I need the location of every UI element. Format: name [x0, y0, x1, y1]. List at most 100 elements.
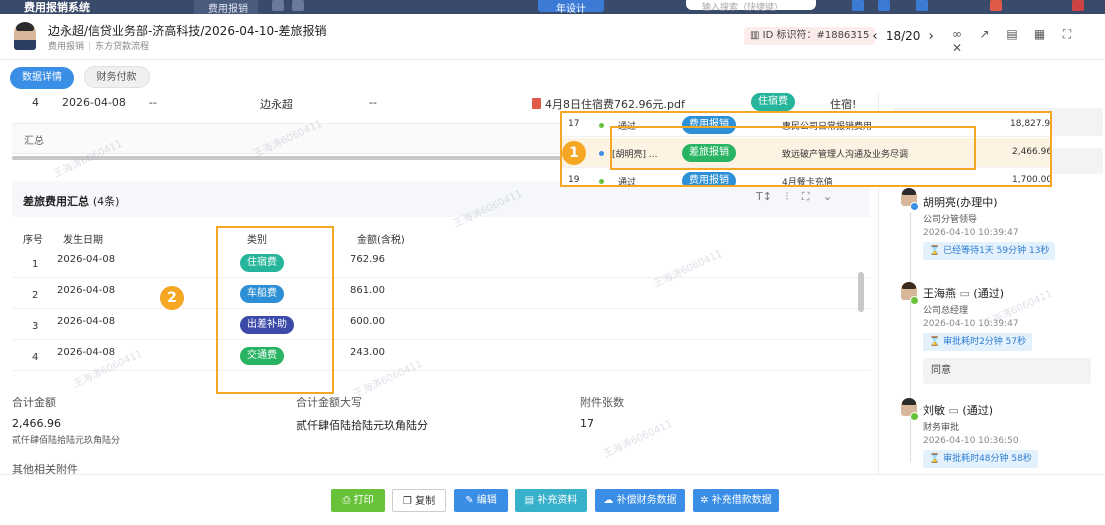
- loan-data-button[interactable]: ✲ 补充借款数据: [693, 489, 779, 512]
- document-id: ID 标识符：#1886315: [762, 30, 870, 41]
- total-amount-label: 合计金额: [12, 396, 56, 409]
- top-tab-expense[interactable]: 费用报销: [194, 0, 258, 14]
- table-tools: T↕ ⫶ ⛶ ⌄: [756, 190, 842, 204]
- expand-icon[interactable]: ⛶: [802, 190, 810, 203]
- col-date: 发生日期: [63, 235, 103, 246]
- approver-name: 刘敏 ▭ (通过): [923, 404, 993, 417]
- print-preview-icon[interactable]: ▦: [1033, 27, 1047, 41]
- document-subtitle: 费用报销 | 东方贷款流程: [48, 42, 150, 52]
- print-button[interactable]: ⎙ 打印: [331, 489, 385, 512]
- table-row[interactable]: 2 2026-04-08 车船费 861.00: [12, 278, 870, 309]
- sidebar-placeholder: [1049, 148, 1103, 174]
- approval-time: 2026-04-10 10:39:47: [923, 228, 1019, 238]
- row-person: 边永超: [260, 98, 293, 111]
- action-footer: ⎙ 打印 ❐ 复制 ✎ 编辑 ▤ 补充资料 ☁ 补偿财务数据 ✲ 补充借款数据: [0, 474, 1105, 525]
- popup-row[interactable]: 19 通过 费用报销 4月餐卡充值 1,700.00: [562, 169, 1050, 185]
- applicant-avatar: [14, 22, 36, 50]
- row-file-link[interactable]: 4月8日住宿费762.96元.pdf: [532, 96, 685, 112]
- col-amount: 金额(含税): [357, 235, 405, 246]
- edit-button[interactable]: ✎ 编辑: [454, 489, 508, 512]
- building-icon[interactable]: [852, 0, 864, 11]
- printer-icon: ⎙: [342, 495, 351, 506]
- share-icon[interactable]: ↗: [978, 27, 992, 41]
- document-panel: 边永超/信贷业务部-济高科技/2026-04-10-差旅报销 费用报销 | 东方贷款…: [0, 14, 1105, 525]
- vertical-scrollbar[interactable]: [858, 272, 864, 312]
- approved-badge-icon: [910, 412, 919, 421]
- approval-time: 2026-04-10 10:36:50: [923, 436, 1019, 446]
- row-col5: --: [369, 96, 377, 109]
- cloud-icon: ☁: [603, 495, 614, 506]
- bell-icon[interactable]: [878, 0, 890, 11]
- header-actions: ∞ ↗ ▤ ▦ ⛶ ✕: [950, 27, 1105, 55]
- summary-label: 汇总: [24, 136, 44, 147]
- barcode-icon: ▥: [750, 30, 760, 41]
- system-top-bar: 费用报销系统 费用报销 年设计 输入搜索（快捷键）: [0, 0, 1105, 14]
- approval-status: ⌛ 已经等待1天 59分钟 13秒: [923, 242, 1056, 260]
- text-size-icon[interactable]: T↕: [756, 190, 772, 203]
- document-icon[interactable]: ▤: [1005, 27, 1019, 41]
- bug-icon: ✲: [700, 495, 709, 506]
- doc-flow: 东方贷款流程: [95, 42, 150, 52]
- status-dot: [599, 151, 604, 156]
- approval-status: ⌛ 审批耗时2分钟 57秒: [923, 333, 1033, 351]
- global-search-input[interactable]: 输入搜索（快捷键）: [686, 0, 816, 13]
- chevron-down-icon[interactable]: ⌄: [823, 190, 832, 203]
- tab-finance-payment[interactable]: 财务付款: [83, 66, 150, 88]
- row-date: 2026-04-08: [62, 96, 126, 109]
- table-row[interactable]: 4 2026-04-08 交通费 243.00: [12, 340, 870, 371]
- prev-record-icon[interactable]: ‹: [868, 28, 882, 46]
- task-icon[interactable]: [916, 0, 928, 11]
- table-row[interactable]: 1 2026-04-08 住宿费 762.96: [12, 247, 870, 278]
- approver-role: 公司分管领导: [923, 215, 978, 225]
- attachment-count-label: 附件张数: [580, 396, 624, 409]
- detail-tabs: 数据详情 财务付款: [10, 66, 156, 89]
- notice-icon[interactable]: [990, 0, 1002, 11]
- row-col3: --: [149, 96, 157, 109]
- next-record-icon[interactable]: ›: [924, 28, 938, 46]
- record-pager: ‹ 18/20 ›: [868, 27, 938, 46]
- doc-type-tag: 费用报销: [682, 172, 736, 185]
- attachment-count-value: 17: [580, 417, 594, 430]
- tab-data-detail[interactable]: 数据详情: [10, 67, 74, 89]
- document-header: 边永超/信贷业务部-济高科技/2026-04-10-差旅报销 费用报销 | 东方贷款…: [0, 14, 1105, 60]
- copy-button[interactable]: ❐ 复制: [392, 489, 446, 512]
- close-icon[interactable]: ✕: [950, 41, 964, 55]
- star-icon[interactable]: [292, 0, 304, 11]
- home-icon[interactable]: [272, 0, 284, 11]
- page-title: 边永超/信贷业务部-济高科技/2026-04-10-差旅报销: [48, 24, 327, 38]
- approval-time: 2026-04-10 10:39:47: [923, 319, 1019, 329]
- highlight-current-row: [610, 126, 976, 170]
- pdf-icon: [532, 98, 541, 109]
- travel-count: (4条): [92, 195, 120, 208]
- desktop-icon: ▭: [959, 287, 970, 300]
- approver-name: 胡明亮(办理中): [923, 196, 998, 209]
- timeline-line: [910, 212, 911, 462]
- desktop-icon: ▭: [948, 404, 959, 417]
- travel-section-title: 差旅费用汇总 (4条): [23, 195, 120, 208]
- link-icon[interactable]: ∞: [950, 27, 964, 41]
- document-id-badge: ▥ ID 标识符：#1886315: [744, 27, 876, 45]
- system-name: 费用报销系统: [24, 1, 90, 14]
- supplement-button[interactable]: ▤ 补充资料: [515, 489, 587, 512]
- create-button[interactable]: 年设计: [538, 0, 604, 14]
- approval-status: ⌛ 审批耗时48分钟 58秒: [923, 450, 1038, 468]
- row-category-tag: 住宿费: [751, 93, 795, 111]
- filter-icon[interactable]: ⫶: [785, 190, 788, 203]
- total-amount-value: 2,466.96: [12, 417, 61, 430]
- table-row[interactable]: 3 2026-04-08 出差补助 600.00: [12, 309, 870, 340]
- upper-amount-value: 贰仟肆佰陆拾陆元玖角陆分: [296, 419, 428, 432]
- pending-badge-icon: [910, 202, 919, 211]
- approver-role: 财务审批: [923, 423, 960, 433]
- travel-expense-section: 差旅费用汇总 (4条) T↕ ⫶ ⛶ ⌄ 序号 发生日期 类别 金额(含税) 1…: [12, 181, 870, 381]
- copy-icon: ❐: [402, 496, 412, 507]
- approval-comment: 同意: [923, 358, 1091, 384]
- file-icon: ▤: [524, 495, 535, 506]
- approver-role: 公司总经理: [923, 306, 969, 316]
- doc-type: 费用报销: [48, 42, 85, 52]
- fullscreen-icon[interactable]: ⛶: [1060, 27, 1074, 41]
- col-seq: 序号: [23, 235, 43, 246]
- user-avatar-icon[interactable]: [1072, 0, 1084, 11]
- finance-data-button[interactable]: ☁ 补偿财务数据: [595, 489, 685, 512]
- upper-amount-label: 合计金额大写: [296, 396, 362, 409]
- status-dot: [599, 179, 604, 184]
